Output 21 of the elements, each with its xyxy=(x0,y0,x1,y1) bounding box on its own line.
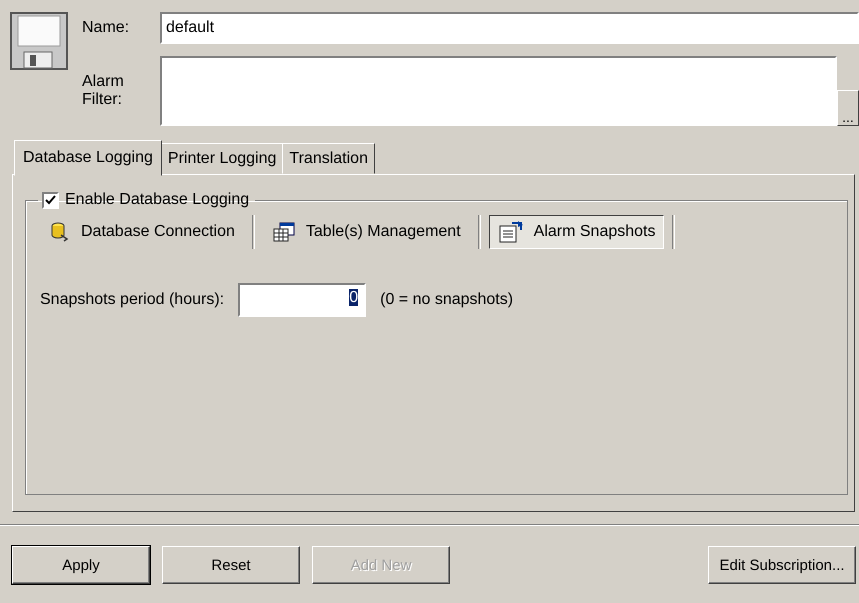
sub-tab[interactable]: Database Connection xyxy=(40,216,244,248)
dialog-button[interactable]: Edit Subscription... xyxy=(708,546,856,584)
dialog-button[interactable]: Apply xyxy=(12,546,150,584)
checkbox-label: Enable Database Logging xyxy=(65,191,250,209)
alarm-filter-label: Alarm Filter: xyxy=(82,73,125,109)
sub-tab[interactable]: Alarm Snapshots xyxy=(488,215,664,249)
database-icon xyxy=(49,221,71,243)
alarm-filter-field[interactable] xyxy=(160,56,837,126)
dialog-button[interactable]: Reset xyxy=(162,546,300,584)
checkbox[interactable] xyxy=(42,192,59,208)
snapshots-period-label: Snapshots period (hours): xyxy=(40,291,224,309)
snapshot-icon xyxy=(498,220,524,244)
browse-button[interactable]: ... xyxy=(837,90,859,126)
tab[interactable]: Translation xyxy=(282,143,375,174)
tab[interactable]: Database Logging xyxy=(14,140,162,176)
hint-text: (0 = no snapshots) xyxy=(380,291,514,309)
name-field[interactable]: default xyxy=(160,12,859,44)
name-label: Name: xyxy=(82,19,130,37)
period-field[interactable]: 0 xyxy=(238,283,366,317)
sub-tab[interactable]: Table(s) Management xyxy=(262,216,470,248)
table-icon xyxy=(272,221,296,243)
